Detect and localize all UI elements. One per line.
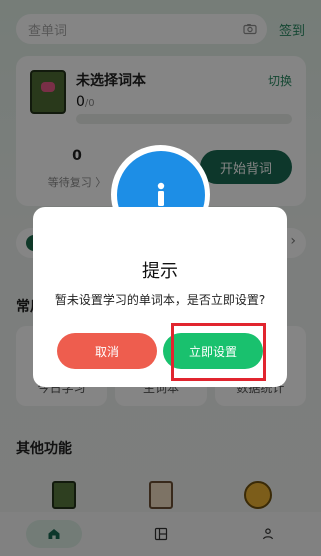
dialog-actions: 取消 立即设置 [57, 333, 263, 369]
dialog-title: 提示 [142, 261, 178, 282]
prompt-dialog: 提示 暂未设置学习的单词本，是否立即设置? 取消 立即设置 [33, 207, 287, 387]
cancel-button[interactable]: 取消 [57, 333, 157, 369]
app-screen: 查单词 签到 未选择词本 切换 0/0 0 等待复习 〉 开始背词 › 常用 今… [0, 0, 321, 556]
set-now-button[interactable]: 立即设置 [163, 333, 263, 369]
dialog-message: 暂未设置学习的单词本，是否立即设置? [54, 293, 266, 307]
